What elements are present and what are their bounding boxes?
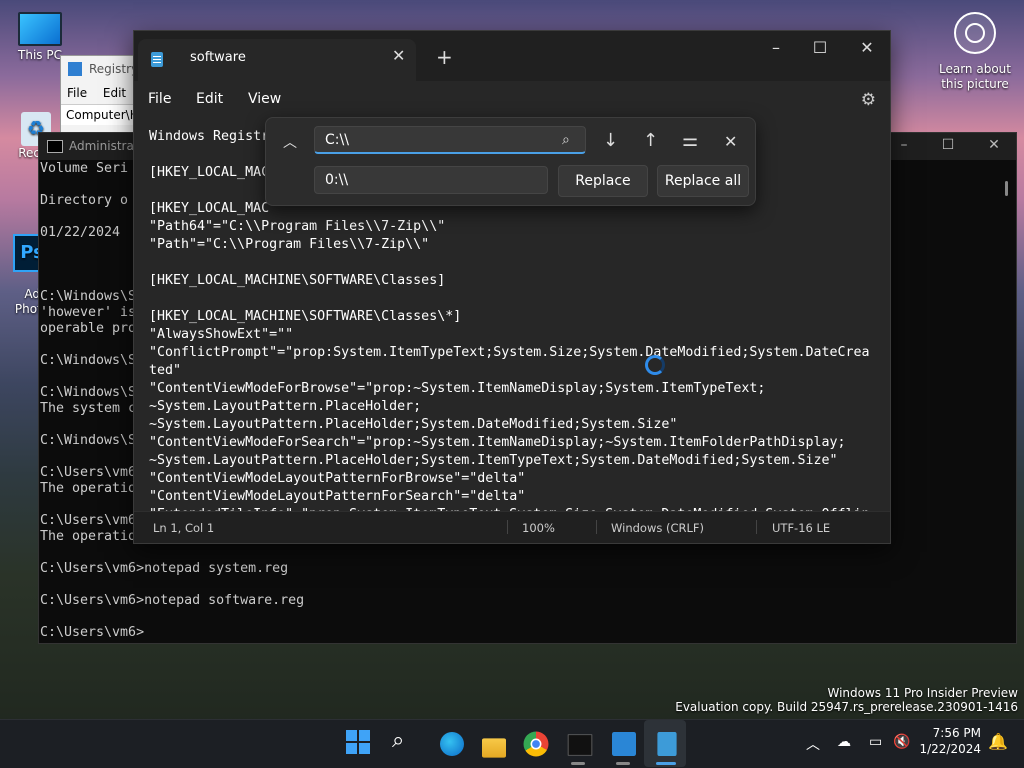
- search-icon[interactable]: ⌕: [562, 132, 570, 148]
- close-button[interactable]: ✕: [984, 137, 1004, 155]
- editor-line: "ContentViewModeForSearch"="prop:~System…: [149, 435, 846, 450]
- tab-title: software: [190, 50, 246, 65]
- menu-view[interactable]: View: [248, 91, 281, 107]
- notepad-icon: [151, 52, 163, 67]
- learn-label: Learn about this picture: [939, 62, 1011, 91]
- cmd-scrollbar[interactable]: [1005, 181, 1008, 196]
- start-windows-icon[interactable]: [346, 730, 370, 754]
- editor-line: [HKEY_LOCAL_MACHINE\SOFTWARE\Classes\*]: [149, 309, 462, 324]
- taskbar: ⌕ ︿ ☁ ▭ 🔇 7:56 PM 1/22/2024 🔔: [0, 719, 1024, 768]
- editor-line: "ContentViewModeLayoutPatternForSearch"=…: [149, 489, 526, 504]
- find-options-sliders-icon[interactable]: ⚌: [682, 130, 698, 151]
- registry-icon: [68, 62, 82, 76]
- chevron-up-icon[interactable]: ︿: [283, 132, 297, 152]
- notepad-taskbar-icon[interactable]: [657, 732, 677, 756]
- registry-editor-window[interactable]: Registry File Edit Computer\H: [60, 55, 142, 137]
- camera-icon: [954, 12, 996, 54]
- minimize-button[interactable]: –: [894, 137, 914, 155]
- display-icon[interactable]: ▭: [869, 734, 882, 750]
- clock[interactable]: 7:56 PM 1/22/2024: [917, 725, 981, 757]
- clock-date: 1/22/2024: [919, 742, 981, 756]
- find-input[interactable]: [314, 126, 586, 154]
- cmd-line: C:\Users\vm6>notepad system.reg: [40, 561, 289, 576]
- running-indicator: [571, 762, 585, 765]
- editor-line: ~System.LayoutPattern.PlaceHolder;System…: [149, 453, 838, 468]
- desktop-icon-label: This PC: [18, 48, 62, 62]
- new-tab-button[interactable]: +: [436, 45, 453, 69]
- watermark-line2: Evaluation copy. Build 25947.rs_prerelea…: [675, 700, 1018, 714]
- settings-gear-icon[interactable]: ⚙: [861, 90, 876, 110]
- this-pc-icon: [18, 12, 62, 46]
- zoom-level: 100%: [522, 521, 555, 535]
- chevron-up-icon[interactable]: ︿: [806, 734, 820, 754]
- maximize-button[interactable]: ☐: [938, 137, 958, 155]
- terminal-icon[interactable]: [567, 734, 593, 756]
- replace-input[interactable]: [314, 166, 548, 194]
- notepad-window[interactable]: software ✕ + – ☐ ✕ File Edit View ⚙ Wind…: [133, 30, 891, 544]
- find-previous-arrow-up-icon[interactable]: ↑: [643, 130, 658, 151]
- tab-close-icon[interactable]: ✕: [392, 46, 405, 65]
- cmd-line: C:\Users\vm6>: [40, 625, 145, 640]
- minimize-button[interactable]: –: [761, 35, 791, 61]
- running-indicator: [656, 762, 676, 765]
- status-bar: Ln 1, Col 1 100% Windows (CRLF) UTF-16 L…: [134, 511, 890, 543]
- menu-file[interactable]: File: [148, 91, 171, 107]
- editor-line: "Path"="C:\\Program Files\\7-Zip\\": [149, 237, 430, 252]
- file-explorer-icon[interactable]: [482, 738, 506, 758]
- notepad-menubar: File Edit View ⚙: [134, 81, 890, 119]
- line-ending: Windows (CRLF): [611, 521, 705, 535]
- find-next-arrow-down-icon[interactable]: ↓: [603, 130, 618, 151]
- replace-all-button[interactable]: Replace all: [657, 165, 749, 197]
- cmd-icon: [47, 140, 63, 153]
- editor-line: [HKEY_LOCAL_MACHINE\SOFTWARE\Classes]: [149, 273, 446, 288]
- find-replace-panel: ︿ ⌕ ↓ ↑ ⚌ ✕ Replace Replace all: [265, 117, 756, 206]
- editor-line: "ConflictPrompt"="prop:System.ItemTypeTe…: [149, 345, 870, 360]
- notification-bell-icon[interactable]: 🔔: [988, 732, 1008, 751]
- speaker-muted-icon[interactable]: 🔇: [893, 734, 910, 750]
- chrome-icon[interactable]: [523, 731, 549, 757]
- menu-edit[interactable]: Edit: [196, 91, 223, 107]
- regedit-title: Registry: [89, 62, 139, 76]
- editor-line: ~System.LayoutPattern.PlaceHolder;System…: [149, 417, 678, 432]
- regedit-titlebar[interactable]: Registry: [61, 56, 141, 82]
- cursor-position: Ln 1, Col 1: [153, 521, 215, 535]
- edge-icon[interactable]: [440, 732, 464, 756]
- notepad-titlebar[interactable]: software ✕ + – ☐ ✕: [134, 31, 890, 81]
- regedit-menu[interactable]: File Edit: [61, 82, 141, 104]
- search-icon[interactable]: ⌕: [392, 728, 404, 753]
- clock-time: 7:56 PM: [932, 726, 981, 740]
- editor-line: ~System.LayoutPattern.PlaceHolder;: [149, 399, 422, 414]
- close-button[interactable]: ✕: [852, 35, 882, 61]
- running-indicator: [616, 762, 630, 765]
- learn-about-picture[interactable]: Learn about this picture: [936, 12, 1014, 92]
- cmd-line: [40, 577, 996, 593]
- cmd-line: [40, 545, 996, 561]
- cmd-line: C:\Users\vm6>notepad software.reg: [40, 593, 305, 608]
- maximize-button[interactable]: ☐: [805, 35, 835, 61]
- watermark-line1: Windows 11 Pro Insider Preview: [827, 686, 1018, 700]
- replace-button[interactable]: Replace: [558, 165, 648, 197]
- encoding: UTF-16 LE: [772, 521, 831, 535]
- evaluation-watermark: Windows 11 Pro Insider Preview Evaluatio…: [675, 686, 1018, 714]
- busy-cursor-icon: [645, 355, 665, 375]
- close-find-icon[interactable]: ✕: [724, 132, 737, 151]
- editor-line: "AlwaysShowExt"="": [149, 327, 294, 342]
- editor-line: "Path64"="C:\\Program Files\\7-Zip\\": [149, 219, 446, 234]
- registry-editor-icon[interactable]: [612, 732, 636, 756]
- cmd-line: [40, 609, 996, 625]
- editor-line: ted": [149, 363, 182, 378]
- editor-line: "ContentViewModeForBrowse"="prop:~System…: [149, 381, 766, 396]
- tab-software[interactable]: software ✕: [138, 39, 416, 81]
- regedit-address-bar[interactable]: Computer\H: [61, 104, 141, 125]
- editor-line: "ContentViewModeLayoutPatternForBrowse"=…: [149, 471, 526, 486]
- network-off-icon[interactable]: ☁: [837, 734, 851, 750]
